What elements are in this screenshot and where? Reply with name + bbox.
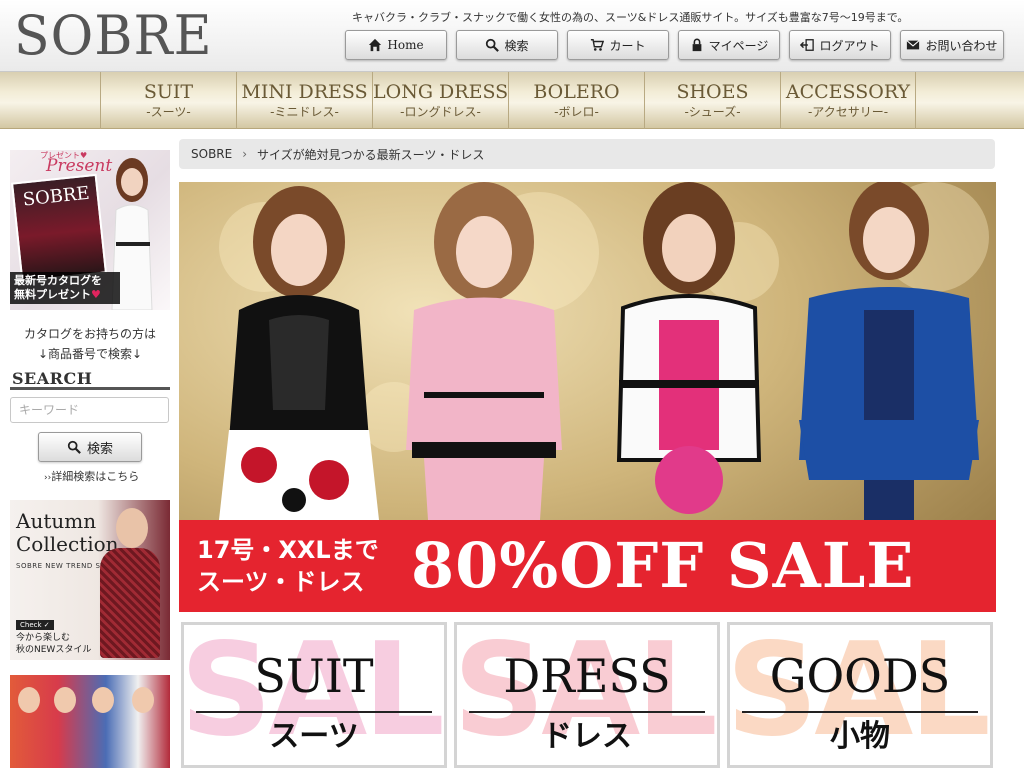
autumn-collection-banner[interactable]: Autumn Collection SOBRE NEW TREND STYLE … bbox=[10, 500, 170, 660]
autumn-copy-line2: 秋のNEWスタイル bbox=[16, 645, 92, 655]
model-face bbox=[18, 687, 40, 713]
catalog-note: カタログをお持ちの方は ↓商品番号で検索↓ bbox=[10, 324, 170, 364]
model-blue-suit-image bbox=[799, 182, 979, 520]
category-suit[interactable]: SUIT -スーツ- bbox=[100, 72, 236, 129]
category-label-en: SUIT bbox=[143, 81, 194, 103]
sale-subcopy-line2: スーツ・ドレス bbox=[197, 568, 365, 596]
home-icon bbox=[369, 38, 382, 52]
sale-hero-banner[interactable]: 17号・XXLまで スーツ・ドレス 80%OFF SALE bbox=[179, 182, 996, 612]
site-tagline: キャバクラ・クラブ・スナックで働く女性の為の、スーツ&ドレス通販サイト。サイズも… bbox=[352, 11, 909, 24]
present-caption: 最新号カタログを 無料プレゼント♥ bbox=[10, 272, 120, 304]
catalog-cover-image: SOBRE bbox=[11, 173, 107, 283]
cart-icon bbox=[591, 39, 605, 51]
autumn-title-line1: Autumn bbox=[16, 509, 97, 533]
catalog-note-line2: ↓商品番号で検索↓ bbox=[37, 347, 143, 361]
search-icon bbox=[486, 38, 500, 52]
category-nav: SUIT -スーツ- MINI DRESS -ミニドレス- LONG DRESS… bbox=[0, 72, 1024, 129]
advanced-search-link[interactable]: ››詳細検索はこちら bbox=[44, 468, 139, 484]
cart-button[interactable]: カート bbox=[567, 30, 669, 60]
category-label-en: ACCESSORY bbox=[785, 81, 911, 103]
check-badge: Check ✓ bbox=[16, 620, 54, 630]
sidebar-search-label: 検索 bbox=[86, 441, 113, 457]
advanced-search-label: 詳細検索はこちら bbox=[51, 470, 140, 483]
category-label-en: MINI DRESS bbox=[241, 81, 368, 103]
category-shoes[interactable]: SHOES -シューズ- bbox=[644, 72, 780, 129]
search-icon bbox=[67, 440, 81, 454]
logout-icon bbox=[800, 39, 815, 51]
category-label-ja: -シューズ- bbox=[684, 105, 741, 119]
tile-divider bbox=[469, 711, 705, 713]
home-button[interactable]: Home bbox=[345, 30, 447, 60]
catalog-note-line1: カタログをお持ちの方は bbox=[23, 327, 156, 341]
goods-sale-tile[interactable]: SALE GOODS 小物 bbox=[727, 622, 993, 768]
autumn-title: Autumn Collection bbox=[16, 510, 119, 556]
autumn-copy: 今から楽しむ 秋のNEWスタイル bbox=[16, 632, 91, 656]
tile-title-ja: 小物 bbox=[830, 719, 890, 754]
category-label-en: SHOES bbox=[676, 81, 749, 103]
breadcrumb-current: サイズが絶対見つかる最新スーツ・ドレス bbox=[257, 147, 485, 162]
present-caption-line2: 無料プレゼント bbox=[14, 288, 91, 301]
dress-sale-tile[interactable]: SALE DRESS ドレス bbox=[454, 622, 720, 768]
sale-band: 17号・XXLまで スーツ・ドレス 80%OFF SALE bbox=[179, 520, 996, 612]
model-black-suit-image bbox=[219, 186, 379, 520]
catalog-cover-logo: SOBRE bbox=[21, 182, 91, 211]
tile-title-ja: スーツ bbox=[269, 719, 359, 754]
tile-title-en: DRESS bbox=[503, 649, 671, 703]
autumn-copy-line1: 今から楽しむ bbox=[16, 633, 71, 643]
contact-button[interactable]: お問い合わせ bbox=[900, 30, 1004, 60]
tile-title-en: SUIT bbox=[254, 649, 374, 703]
cart-button-label: カート bbox=[609, 38, 646, 53]
breadcrumb-home[interactable]: SOBRE bbox=[191, 147, 232, 161]
category-mini-dress[interactable]: MINI DRESS -ミニドレス- bbox=[236, 72, 372, 129]
category-long-dress[interactable]: LONG DRESS -ロングドレス- bbox=[372, 72, 508, 129]
category-label-ja: -スーツ- bbox=[146, 105, 191, 119]
home-button-label: Home bbox=[387, 38, 424, 52]
heart-icon: ♥ bbox=[91, 288, 101, 301]
category-label-ja: -ロングドレス- bbox=[400, 105, 481, 119]
suit-sale-tile[interactable]: SALE SUIT スーツ bbox=[181, 622, 447, 768]
keyword-input[interactable] bbox=[10, 397, 169, 423]
tile-title-en: GOODS bbox=[769, 649, 951, 703]
mail-icon bbox=[906, 40, 920, 50]
sidebar-search-button[interactable]: 検索 bbox=[38, 432, 142, 462]
sale-subcopy-line1: 17号・XXLまで bbox=[197, 536, 379, 564]
model-dress-image bbox=[100, 548, 160, 658]
search-nav-label: 検索 bbox=[504, 38, 529, 53]
breadcrumb: SOBRE › サイズが絶対見つかる最新スーツ・ドレス bbox=[179, 139, 995, 169]
search-heading: SEARCH bbox=[10, 370, 170, 390]
sale-subcopy: 17号・XXLまで スーツ・ドレス bbox=[197, 534, 379, 598]
model-pink-suit-image bbox=[406, 182, 562, 520]
category-accessory[interactable]: ACCESSORY -アクセサリー- bbox=[780, 72, 916, 129]
contact-button-label: お問い合わせ bbox=[925, 38, 998, 53]
category-label-en: LONG DRESS bbox=[373, 81, 509, 103]
category-label-en: BOLERO bbox=[533, 81, 620, 103]
model-white-suit-image bbox=[616, 182, 762, 514]
category-label-ja: -アクセサリー- bbox=[807, 105, 889, 119]
model-face bbox=[92, 687, 114, 713]
chevron-right-icon: › bbox=[242, 147, 248, 161]
model-face bbox=[54, 687, 76, 713]
lock-icon bbox=[692, 38, 701, 52]
site-header: SOBRE キャバクラ・クラブ・スナックで働く女性の為の、スーツ&ドレス通販サイ… bbox=[0, 0, 1024, 72]
catalog-present-banner[interactable]: プレゼント♥ Present SOBRE 最新号カタログを 無料プレゼント♥ bbox=[10, 150, 170, 310]
mypage-button[interactable]: マイページ bbox=[678, 30, 780, 60]
category-label-ja: -ミニドレス- bbox=[270, 105, 339, 119]
autumn-title-line2: Collection bbox=[16, 532, 119, 556]
tile-divider bbox=[742, 711, 978, 713]
category-bolero[interactable]: BOLERO -ボレロ- bbox=[508, 72, 644, 129]
model-face bbox=[116, 508, 148, 548]
model-face bbox=[132, 687, 154, 713]
tile-divider bbox=[196, 711, 432, 713]
logout-button-label: ログアウト bbox=[819, 38, 880, 53]
sale-headline: 80%OFF SALE bbox=[411, 529, 915, 602]
logout-button[interactable]: ログアウト bbox=[789, 30, 891, 60]
mypage-button-label: マイページ bbox=[708, 38, 769, 53]
site-logo[interactable]: SOBRE bbox=[14, 5, 213, 68]
category-label-ja: -ボレロ- bbox=[554, 105, 599, 119]
tile-title-ja: ドレス bbox=[542, 719, 632, 754]
costume-banner[interactable] bbox=[10, 675, 170, 768]
search-nav-button[interactable]: 検索 bbox=[456, 30, 558, 60]
present-caption-line1: 最新号カタログを bbox=[14, 274, 102, 287]
